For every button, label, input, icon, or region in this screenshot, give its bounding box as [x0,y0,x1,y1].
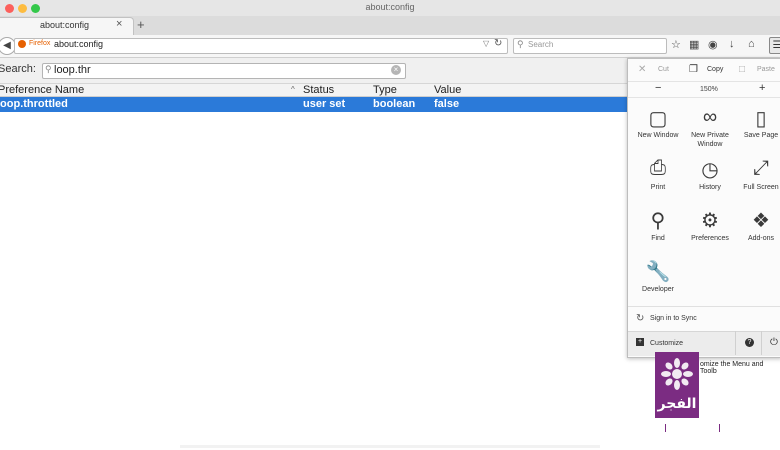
new-tab-button[interactable]: + [137,17,145,32]
bookmark-star-icon[interactable]: ☆ [671,38,681,51]
copy-button[interactable]: Copy [707,66,723,73]
gear-icon[interactable]: ⚙ [692,208,728,233]
window-title: about:config [365,2,415,12]
column-status[interactable]: Status [303,84,334,96]
add-ons-button[interactable]: Add-ons [733,234,780,243]
pref-type-cell: boolean [373,98,416,110]
preferences-button[interactable]: Preferences [682,234,738,243]
window-icon[interactable]: ▢ [640,106,676,131]
watermark-text: الفجر [657,396,697,412]
sign-in-to-sync-button[interactable]: Sign in to Sync [650,315,697,322]
mask-icon[interactable]: ∞ [692,106,728,129]
history-button[interactable]: History [682,183,738,192]
clock-icon[interactable]: ◷ [692,157,728,182]
firefox-icon [18,40,26,48]
reload-icon[interactable]: ↻ [494,38,502,49]
bottom-shadow [180,445,600,448]
paste-button[interactable]: Paste [757,66,775,73]
cut-icon[interactable]: ✕ [638,64,646,75]
sync-icon: ↻ [636,313,645,324]
identity-label: Firefox [29,40,51,47]
watermark-line [665,424,666,432]
pocket-icon[interactable]: ◉ [708,38,718,51]
config-search-value[interactable]: loop.thr [54,64,91,76]
column-type[interactable]: Type [373,84,397,96]
wrench-icon[interactable]: 🔧 [640,259,676,284]
quit-icon[interactable]: ⏻ [770,337,778,348]
history-dropdown-icon[interactable]: ▽ [483,39,489,48]
url-text[interactable]: about:config [54,39,103,49]
copy-icon[interactable]: ❐ [689,64,698,75]
magnifier-icon[interactable]: ⚲ [640,208,676,233]
find-button[interactable]: Find [630,234,686,243]
close-tab-icon[interactable]: × [116,18,122,30]
hamburger-menu-icon[interactable]: ☰ [769,37,780,54]
downloads-icon[interactable]: ↓ [729,38,735,50]
new-private-window-button[interactable]: New Private Window [682,131,738,149]
printer-icon[interactable]: ⎙ [640,157,676,180]
clear-search-icon[interactable]: × [391,65,401,75]
tab-label: about:config [40,20,90,30]
new-window-button[interactable]: New Window [630,131,686,140]
zoom-reset-button[interactable]: 150% [700,86,718,93]
customize-tooltip: omize the Menu and Toolb [700,361,764,375]
page-icon[interactable]: ▯ [743,106,779,131]
search-icon: ⚲ [517,39,524,49]
customize-icon[interactable]: + [636,338,644,346]
footer-divider [735,331,736,355]
footer-divider [761,331,762,355]
column-preference-name[interactable]: Preference Name [0,84,84,96]
filter-search-icon: ⚲ [45,64,52,74]
search-placeholder: Search [528,40,554,49]
watermark-logo: الفجر [655,352,699,418]
help-icon[interactable]: ? [745,338,754,347]
save-page-button[interactable]: Save Page [733,131,780,140]
pref-value-cell: false [434,98,460,110]
paste-icon[interactable]: □ [739,64,745,75]
config-search-input[interactable] [42,63,406,79]
column-value[interactable]: Value [434,84,461,96]
zoom-out-button[interactable]: − [655,82,661,94]
puzzle-icon[interactable]: ❖ [743,208,779,233]
customize-button[interactable]: Customize [650,340,683,347]
print-button[interactable]: Print [630,183,686,192]
zoom-in-button[interactable]: + [759,82,765,94]
pref-name-cell: loop.throttled [0,98,68,110]
full-screen-button[interactable]: Full Screen [733,183,780,192]
sort-ascending-icon: ^ [291,85,295,94]
developer-button[interactable]: Developer [630,285,686,294]
cut-button[interactable]: Cut [658,66,669,73]
expand-icon[interactable]: ⤢ [743,157,779,180]
config-search-label: Search: [0,63,36,75]
watermark-line [719,424,720,432]
pref-status-cell: user set [303,98,346,110]
home-icon[interactable]: ⌂ [748,38,755,50]
bookmarks-menu-icon[interactable]: ▦ [689,38,699,51]
